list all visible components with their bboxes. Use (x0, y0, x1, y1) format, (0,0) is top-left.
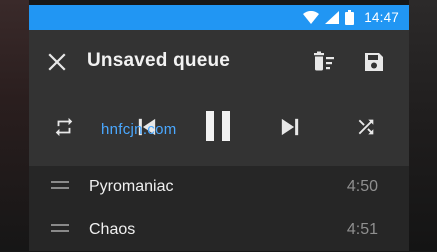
track-title: Chaos (89, 221, 135, 239)
status-time: 14:47 (364, 10, 399, 25)
playback-controls: hnfcjn.com (29, 92, 409, 166)
signal-icon (325, 11, 339, 24)
track-duration: 4:51 (347, 221, 378, 239)
list-item[interactable]: Pyromaniac 4:50 (29, 166, 409, 209)
shuffle-button[interactable] (353, 114, 379, 140)
status-bar: 14:47 (29, 5, 409, 30)
track-duration: 4:50 (347, 178, 378, 196)
queue-panel: Unsaved queue (29, 30, 409, 166)
repeat-button[interactable] (51, 114, 77, 140)
track-title: Pyromaniac (89, 178, 173, 196)
queue-toolbar: Unsaved queue (29, 30, 409, 92)
close-button[interactable] (46, 51, 68, 73)
track-list: Pyromaniac 4:50 Chaos 4:51 (29, 166, 409, 252)
pause-icon (203, 108, 233, 144)
background-left (0, 0, 29, 251)
close-icon (46, 51, 68, 73)
clear-queue-button[interactable] (312, 50, 336, 74)
list-item[interactable]: Chaos 4:51 (29, 209, 409, 252)
background-right (409, 0, 437, 251)
save-button[interactable] (362, 50, 386, 74)
wifi-icon (303, 11, 319, 24)
pause-button[interactable] (201, 106, 235, 146)
shuffle-icon (355, 116, 377, 138)
next-button[interactable] (274, 111, 306, 143)
watermark-text: hnfcjn.com (101, 121, 177, 138)
drag-handle-icon[interactable] (51, 224, 69, 234)
repeat-icon (53, 116, 75, 138)
device-screen: 14:47 Unsaved queue (29, 5, 409, 251)
battery-icon (345, 10, 354, 25)
skip-next-icon (276, 113, 304, 141)
save-icon (362, 50, 386, 74)
drag-handle-icon[interactable] (51, 181, 69, 191)
page-title: Unsaved queue (87, 50, 230, 72)
clear-queue-icon (312, 50, 336, 74)
